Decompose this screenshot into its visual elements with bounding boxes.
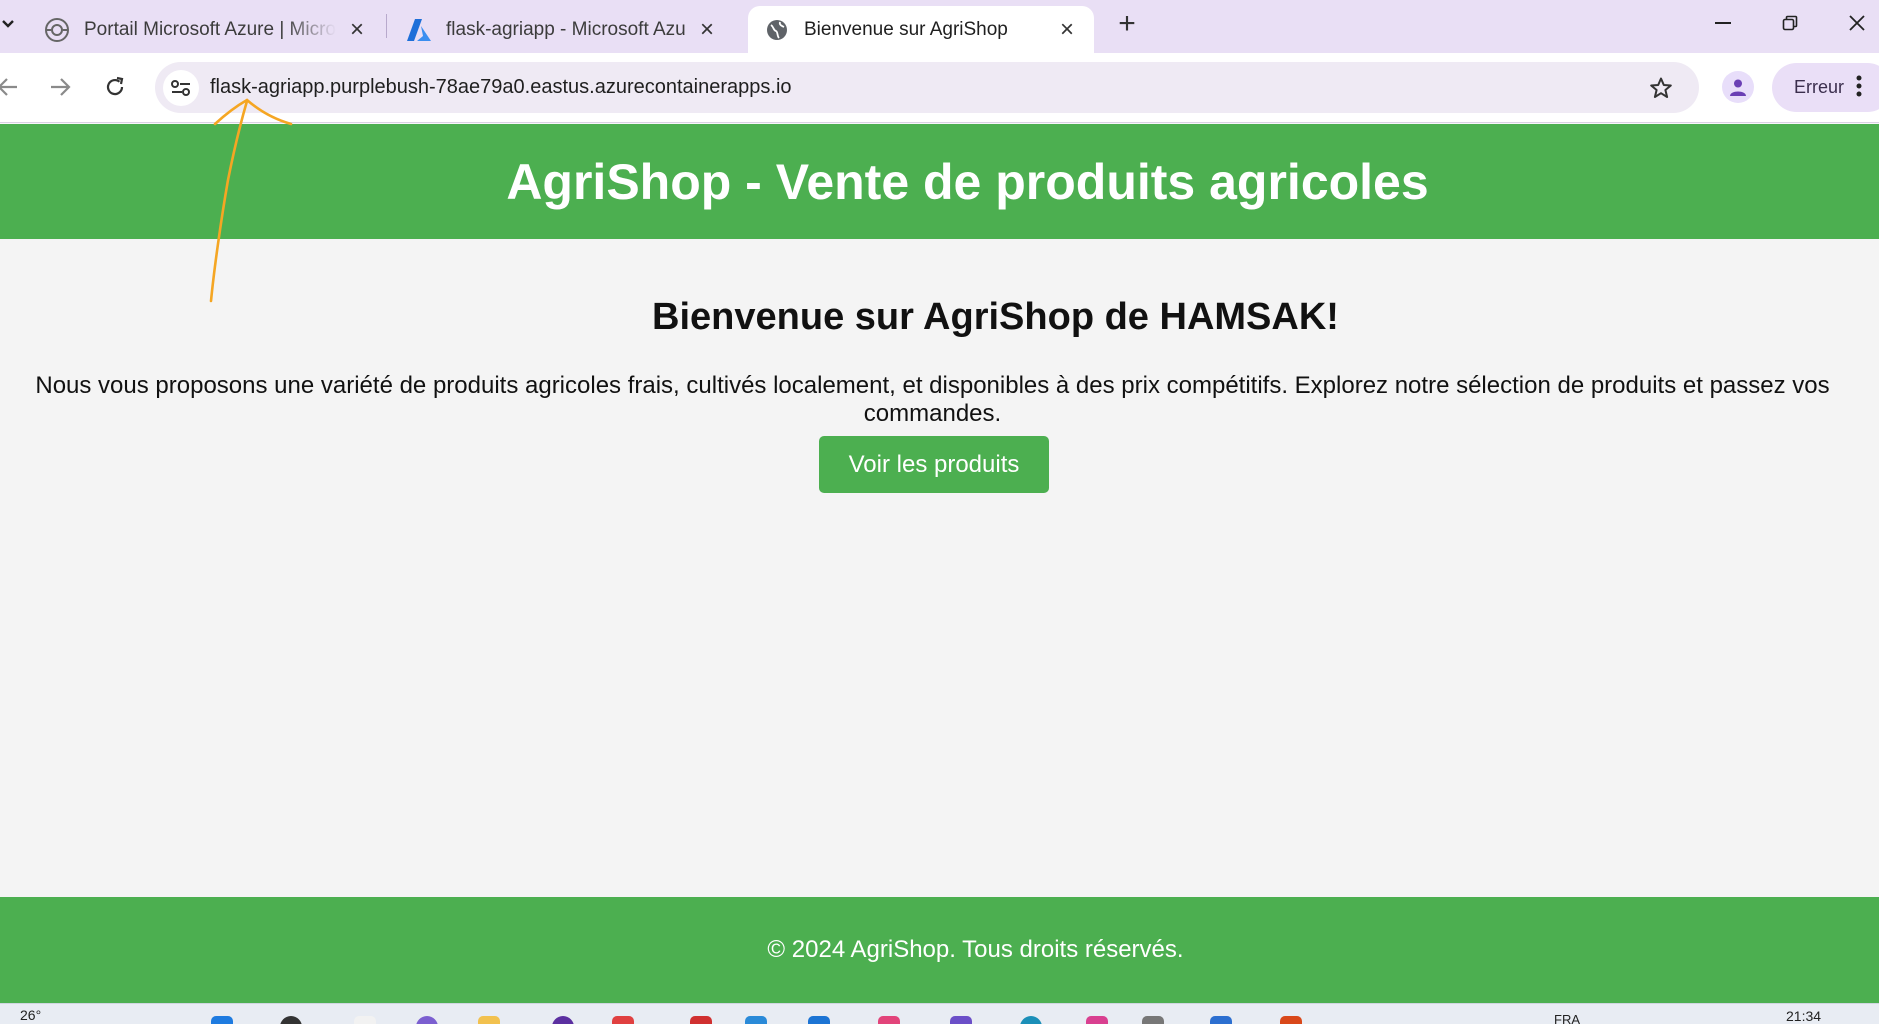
welcome-heading: Bienvenue sur AgriShop de HAMSAK!: [652, 296, 1339, 338]
search-icon[interactable]: [280, 1016, 302, 1024]
app-icon[interactable]: [1210, 1016, 1232, 1024]
bookmark-star-icon[interactable]: [1647, 74, 1675, 102]
site-header: AgriShop - Vente de produits agricoles: [0, 124, 1879, 239]
tab-separator: [386, 14, 387, 38]
app-icon[interactable]: [1020, 1016, 1042, 1024]
back-arrow-icon[interactable]: [0, 69, 26, 105]
site-title: AgriShop - Vente de produits agricoles: [506, 153, 1429, 210]
tab-flask-agriapp[interactable]: flask-agriapp - Microsoft Azure ×: [390, 6, 734, 53]
azure-portal-globe-icon: [42, 15, 72, 45]
app-icon[interactable]: [808, 1016, 830, 1024]
view-products-button[interactable]: Voir les produits: [819, 436, 1049, 493]
start-windows-icon[interactable]: [211, 1016, 233, 1024]
profile-avatar-icon[interactable]: [1722, 71, 1754, 103]
profile-error-label: Erreur: [1794, 77, 1845, 97]
app-icon[interactable]: [552, 1016, 574, 1024]
close-tab-icon[interactable]: ×: [1054, 16, 1080, 43]
language-indicator[interactable]: FRA: [1554, 1012, 1580, 1024]
app-icon[interactable]: [690, 1016, 712, 1024]
tab-azure-portal[interactable]: Portail Microsoft Azure | Microsoft Azur…: [28, 6, 384, 53]
footer-copyright: © 2024 AgriShop. Tous droits réservés.: [767, 936, 1184, 963]
site-settings-icon[interactable]: [163, 70, 199, 106]
chat-icon[interactable]: [416, 1016, 438, 1024]
close-window-icon[interactable]: [1834, 6, 1879, 40]
site-footer: © 2024 AgriShop. Tous droits réservés.: [0, 897, 1879, 1003]
azure-logo-icon: [404, 15, 434, 45]
app-icon[interactable]: [878, 1016, 900, 1024]
app-icon[interactable]: [612, 1016, 634, 1024]
app-icon[interactable]: [1142, 1016, 1164, 1024]
chrome-icon[interactable]: [1086, 1016, 1108, 1024]
close-tab-icon[interactable]: ×: [344, 16, 370, 43]
file-explorer-icon[interactable]: [478, 1016, 500, 1024]
minimize-icon[interactable]: [1700, 6, 1746, 40]
reload-icon[interactable]: [97, 69, 133, 105]
tab-strip: Portail Microsoft Azure | Microsoft Azur…: [0, 0, 1879, 53]
taskbar: 26° FRA 21:34: [0, 1003, 1879, 1024]
browser-toolbar: flask-agriapp.purplebush-78ae79a0.eastus…: [0, 53, 1879, 123]
tab-title: flask-agriapp - Microsoft Azure: [446, 18, 686, 40]
app-icon[interactable]: [745, 1016, 767, 1024]
forward-arrow-icon[interactable]: [42, 69, 78, 105]
url-text[interactable]: flask-agriapp.purplebush-78ae79a0.eastus…: [210, 76, 792, 99]
profile-error-button[interactable]: Erreur: [1772, 63, 1879, 112]
weather-temperature[interactable]: 26°: [20, 1007, 41, 1023]
tab-title: Portail Microsoft Azure | Microsoft Azur…: [84, 18, 336, 40]
app-icon[interactable]: [950, 1016, 972, 1024]
more-menu-icon[interactable]: [1856, 75, 1862, 102]
page-viewport: AgriShop - Vente de produits agricoles B…: [0, 124, 1879, 1003]
task-view-icon[interactable]: [354, 1016, 376, 1024]
clock-time[interactable]: 21:34: [1786, 1008, 1821, 1024]
new-tab-plus-icon[interactable]: +: [1112, 9, 1142, 39]
app-icon[interactable]: [1280, 1016, 1302, 1024]
globe-icon: [762, 15, 792, 45]
address-bar[interactable]: flask-agriapp.purplebush-78ae79a0.eastus…: [155, 62, 1699, 113]
intro-paragraph: Nous vous proposons une variété de produ…: [35, 372, 1830, 427]
tab-title: Bienvenue sur AgriShop: [804, 18, 1008, 40]
restore-icon[interactable]: [1767, 6, 1813, 40]
tab-search-chevron-icon[interactable]: [0, 8, 22, 40]
tab-agrishop[interactable]: Bienvenue sur AgriShop ×: [748, 6, 1094, 53]
close-tab-icon[interactable]: ×: [694, 16, 720, 43]
